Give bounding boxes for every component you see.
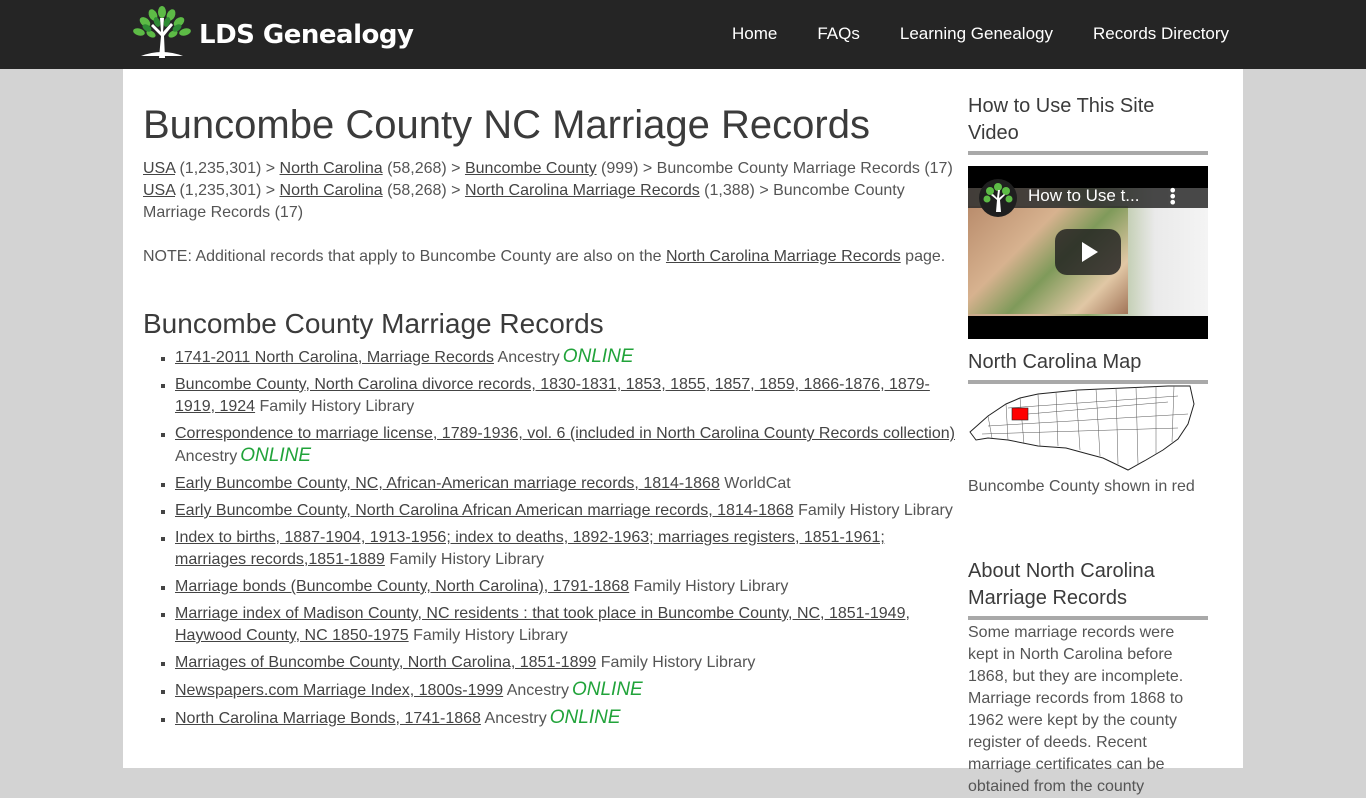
buncombe-county-highlight (1011, 407, 1029, 421)
record-list-item: Marriage bonds (Buncombe County, North C… (175, 576, 955, 598)
play-button[interactable] (1055, 229, 1121, 275)
breadcrumb-count: (58,268) > (382, 182, 465, 199)
online-badge: ONLINE (562, 346, 634, 367)
breadcrumb-link-north-carolina[interactable]: North Carolina (280, 182, 383, 199)
video-heading: How to Use This Site Video (968, 93, 1208, 155)
map-heading: North Carolina Map (968, 349, 1208, 384)
records-list: 1741-2011 North Carolina, Marriage Recor… (143, 346, 955, 730)
breadcrumb-link-usa[interactable]: USA (143, 182, 175, 199)
main-column: Buncombe County NC Marriage Records USA … (143, 69, 955, 735)
record-source: Ancestry (506, 682, 569, 699)
map-caption: Buncombe County shown in red (968, 478, 1195, 495)
record-list-item: North Carolina Marriage Bonds, 1741-1868… (175, 707, 955, 730)
record-list-item: Newspapers.com Marriage Index, 1800s-199… (175, 679, 955, 702)
tree-logo-icon (133, 6, 191, 58)
record-source: WorldCat (724, 475, 791, 492)
nav-faqs[interactable]: FAQs (817, 24, 860, 44)
record-source: Ancestry (175, 448, 238, 465)
record-list-item: Early Buncombe County, North Carolina Af… (175, 500, 955, 522)
video-title: How to Use t... (1028, 186, 1140, 205)
sidebar: How to Use This Site Video How to Use t.… (968, 69, 1208, 798)
note-suffix: page. (900, 248, 946, 265)
breadcrumb: USA (1,235,301) > North Carolina (58,268… (143, 158, 955, 180)
main-nav: Home FAQs Learning Genealogy Records Dir… (732, 24, 1269, 44)
record-list-item: Buncombe County, North Carolina divorce … (175, 374, 955, 418)
record-source: Family History Library (259, 398, 415, 415)
breadcrumb-count: (999) > Buncombe County Marriage Records… (596, 160, 953, 177)
record-link[interactable]: North Carolina Marriage Bonds, 1741-1868 (175, 710, 481, 727)
breadcrumb-link-north-carolina[interactable]: North Carolina (280, 160, 383, 177)
online-badge: ONLINE (549, 707, 621, 728)
nav-records-directory[interactable]: Records Directory (1093, 24, 1229, 44)
record-list-item: Early Buncombe County, NC, African-Ameri… (175, 473, 955, 495)
note-text: NOTE: Additional records that apply to B… (143, 246, 955, 268)
note-link-nc-marriage-records[interactable]: North Carolina Marriage Records (666, 248, 901, 265)
page-content: Buncombe County NC Marriage Records USA … (123, 69, 1243, 795)
record-link[interactable]: Marriage bonds (Buncombe County, North C… (175, 578, 629, 595)
video-player[interactable]: How to Use t... • • • (968, 166, 1208, 339)
record-link[interactable]: Newspapers.com Marriage Index, 1800s-199… (175, 682, 503, 699)
about-heading: About North Carolina Marriage Records (968, 558, 1208, 620)
record-list-item: Marriage index of Madison County, NC res… (175, 603, 955, 647)
record-source: Family History Library (413, 627, 568, 644)
record-list-item: 1741-2011 North Carolina, Marriage Recor… (175, 346, 955, 369)
record-source: Ancestry (484, 710, 547, 727)
breadcrumb-count: (58,268) > (382, 160, 465, 177)
section-title: Buncombe County Marriage Records (143, 308, 604, 339)
record-source: Ancestry (497, 349, 560, 366)
record-source: Family History Library (633, 578, 789, 595)
record-link[interactable]: 1741-2011 North Carolina, Marriage Recor… (175, 349, 494, 366)
record-link[interactable]: Correspondence to marriage license, 1789… (175, 425, 955, 442)
play-icon (1082, 242, 1098, 262)
record-source: Family History Library (389, 551, 545, 568)
north-carolina-map (969, 385, 1195, 471)
nav-home[interactable]: Home (732, 24, 777, 44)
record-link[interactable]: Early Buncombe County, NC, African-Ameri… (175, 475, 720, 492)
breadcrumb-count: (1,235,301) > (175, 182, 280, 199)
note-prefix: NOTE: Additional records that apply to B… (143, 248, 666, 265)
site-logo[interactable]: LDS Genealogy (131, 6, 414, 58)
record-link[interactable]: Marriages of Buncombe County, North Caro… (175, 654, 596, 671)
breadcrumb-count: (1,235,301) > (175, 160, 280, 177)
breadcrumb-link-nc-marriage-records[interactable]: North Carolina Marriage Records (465, 182, 700, 199)
breadcrumb-link-buncombe-county[interactable]: Buncombe County (465, 160, 597, 177)
online-badge: ONLINE (571, 679, 643, 700)
nav-learning-genealogy[interactable]: Learning Genealogy (900, 24, 1053, 44)
record-list-item: Correspondence to marriage license, 1789… (175, 423, 955, 468)
record-link[interactable]: Early Buncombe County, North Carolina Af… (175, 502, 794, 519)
page-title: Buncombe County NC Marriage Records (143, 103, 870, 147)
record-source: Family History Library (600, 654, 756, 671)
breadcrumb-link-usa[interactable]: USA (143, 160, 175, 177)
record-list-item: Index to births, 1887-1904, 1913-1956; i… (175, 527, 955, 571)
site-name: LDS Genealogy (199, 20, 414, 50)
site-header: LDS Genealogy Home FAQs Learning Genealo… (0, 0, 1366, 69)
record-source: Family History Library (798, 502, 953, 519)
breadcrumb: USA (1,235,301) > North Carolina (58,268… (143, 180, 955, 224)
about-text: Some marriage records were kept in North… (968, 624, 1184, 795)
video-menu-icon[interactable]: • • • (1168, 183, 1177, 211)
record-list-item: Marriages of Buncombe County, North Caro… (175, 652, 955, 674)
video-channel-logo-icon (979, 179, 1017, 217)
online-badge: ONLINE (240, 445, 311, 466)
